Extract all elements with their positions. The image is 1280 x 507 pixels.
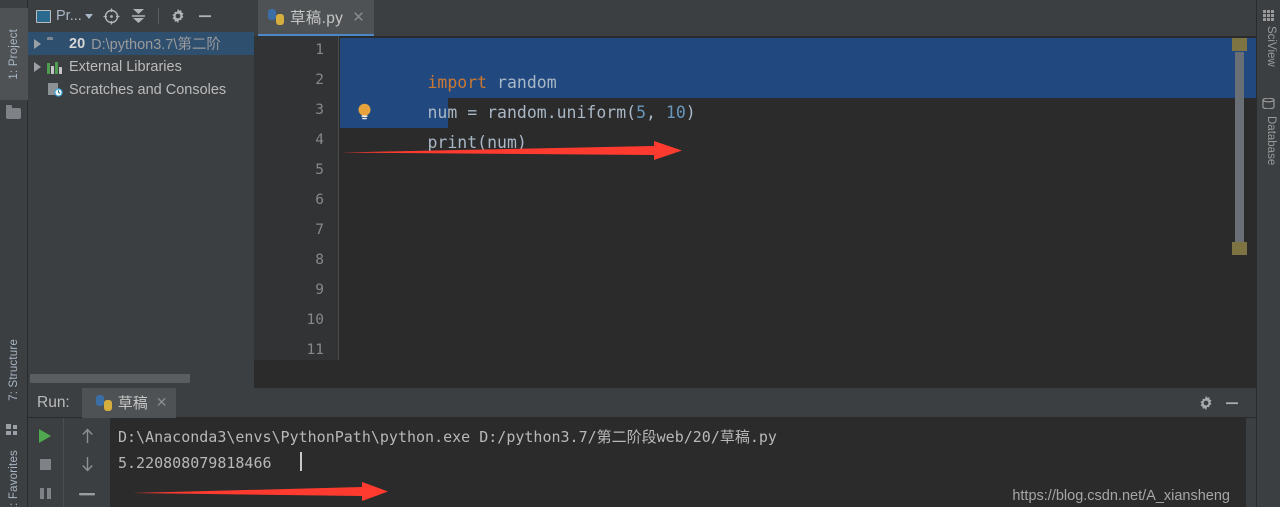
chevron-right-icon[interactable] [34, 61, 41, 72]
chevron-down-icon [84, 13, 93, 19]
editor-tab-bar: 草稿.py ✕ [254, 0, 1256, 36]
run-icon[interactable] [28, 421, 62, 450]
line-number: 1 [315, 42, 324, 58]
code-token: 5 [636, 103, 647, 122]
run-tab-caogao[interactable]: 草稿 ✕ [81, 387, 176, 418]
database-icon [1262, 98, 1275, 109]
tree-item-name: Scratches and Consoles [69, 81, 227, 98]
sidebar-item-favorites-label: 2: Favorites [8, 449, 20, 507]
python-run-icon [95, 394, 112, 411]
grid-icon [1263, 10, 1274, 21]
run-toolbar-secondary [63, 418, 109, 507]
console-line: 5.220808079818466 [118, 454, 272, 472]
pause-icon[interactable] [28, 479, 62, 507]
code-token: ) [685, 103, 696, 122]
project-view-selector[interactable]: Pr... [36, 4, 93, 28]
scratches-icon [47, 82, 64, 97]
editor-area: 草稿.py ✕ 1 2 3 4 5 6 7 8 9 10 11 import r… [254, 0, 1256, 388]
code-line-2[interactable]: num = random.uniform(5, 10) [348, 68, 695, 122]
run-panel: Run: 草稿 ✕ D:\Anaconda3\envs\PythonPath\p… [28, 387, 1256, 507]
project-tree[interactable]: 20 D:\python3.7\第二阶 External Libraries S… [28, 32, 254, 372]
collapse-all-icon[interactable] [127, 4, 151, 28]
sidebar-item-project[interactable]: 1: Project [0, 8, 28, 100]
soft-wrap-icon[interactable] [64, 479, 110, 507]
stop-icon[interactable] [28, 450, 62, 479]
folder-icon [47, 36, 64, 51]
run-toolbar-primary [28, 418, 62, 507]
editor-tab-title: 草稿.py [290, 10, 344, 27]
sidebar-item-structure[interactable]: 7: Structure [0, 318, 28, 422]
vertical-scrollbar[interactable] [1235, 52, 1244, 248]
toolbar-divider [157, 8, 159, 24]
folder-icon [6, 105, 22, 121]
line-number: 2 [315, 72, 324, 88]
line-number: 3 [315, 102, 324, 118]
line-number: 4 [315, 132, 324, 148]
editor-gutter[interactable]: 1 2 3 4 5 6 7 8 9 10 11 [254, 36, 339, 360]
line-number: 5 [315, 162, 324, 178]
line-number: 9 [315, 282, 324, 298]
tree-item-path: D:\python3.7\第二阶 [91, 37, 221, 53]
pycharm-window: 1: Project 7: Structure 2: Favorites Pr.… [0, 0, 1280, 507]
gear-icon[interactable] [1194, 391, 1218, 415]
scrollbar-marker[interactable] [1232, 38, 1247, 51]
line-number: 7 [315, 222, 324, 238]
python-file-icon [268, 9, 284, 25]
minimize-icon[interactable] [1220, 391, 1244, 415]
arrow-up-icon[interactable] [64, 421, 110, 450]
scrollbar-marker[interactable] [1232, 242, 1247, 255]
watermark-text: https://blog.csdn.net/A_xiansheng [1012, 488, 1230, 504]
project-panel: Pr... 20 D:\python3.7\第二阶 External Libra… [28, 0, 254, 388]
project-view-label: Pr... [56, 8, 82, 24]
tree-item-external-libraries[interactable]: External Libraries [28, 55, 254, 78]
scroll-from-source-icon[interactable] [100, 4, 124, 28]
tree-item-name: 20 [69, 35, 86, 52]
annotation-arrow-console [132, 482, 388, 501]
left-tool-rail: 1: Project 7: Structure 2: Favorites [0, 0, 28, 507]
editor-tab-caogao-py[interactable]: 草稿.py ✕ [258, 0, 374, 36]
library-icon [47, 59, 64, 74]
code-line-3[interactable]: print(num) [348, 98, 526, 152]
line-number: 11 [306, 342, 324, 358]
project-view-icon [36, 9, 51, 23]
run-panel-header-buttons [1194, 391, 1256, 415]
line-number: 10 [306, 312, 324, 328]
console-caret [300, 452, 302, 471]
minimize-icon[interactable] [193, 4, 217, 28]
run-panel-title: Run: [37, 393, 70, 411]
structure-icon [6, 424, 22, 440]
code-token: , [646, 103, 666, 122]
run-tab-label: 草稿 [117, 395, 148, 412]
lightbulb-icon[interactable] [357, 103, 372, 121]
run-panel-header: Run: 草稿 ✕ [28, 387, 1256, 418]
tree-item-name: External Libraries [69, 58, 182, 75]
sidebar-item-project-label: 1: Project [8, 28, 20, 80]
horizontal-scrollbar[interactable] [28, 373, 254, 384]
chevron-right-icon[interactable] [34, 38, 41, 49]
tree-item-scratches[interactable]: Scratches and Consoles [28, 78, 254, 101]
tree-item-project-root[interactable]: 20 D:\python3.7\第二阶 [28, 32, 254, 55]
sidebar-item-structure-label: 7: Structure [8, 339, 20, 401]
right-rail-item-sciview[interactable]: SciView [1265, 26, 1277, 67]
console-line: D:\Anaconda3\envs\PythonPath\python.exe … [118, 428, 777, 446]
line-number: 8 [315, 252, 324, 268]
code-editor[interactable]: import random num = random.uniform(5, 10… [340, 36, 1256, 360]
sidebar-item-favorites[interactable]: 2: Favorites [0, 450, 28, 507]
code-token: 10 [665, 103, 686, 122]
annotation-arrow-editor [340, 141, 682, 160]
line-number: 6 [315, 192, 324, 208]
scrollbar-thumb[interactable] [30, 374, 190, 383]
right-rail-item-database[interactable]: Database [1265, 116, 1277, 165]
right-tool-rail: SciView Database [1256, 0, 1280, 507]
arrow-down-icon[interactable] [64, 450, 110, 479]
code-line-1[interactable]: import random [348, 38, 556, 92]
gear-icon[interactable] [166, 4, 190, 28]
close-icon[interactable]: ✕ [352, 8, 365, 26]
project-toolbar: Pr... [28, 0, 254, 32]
close-icon[interactable]: ✕ [156, 394, 168, 411]
